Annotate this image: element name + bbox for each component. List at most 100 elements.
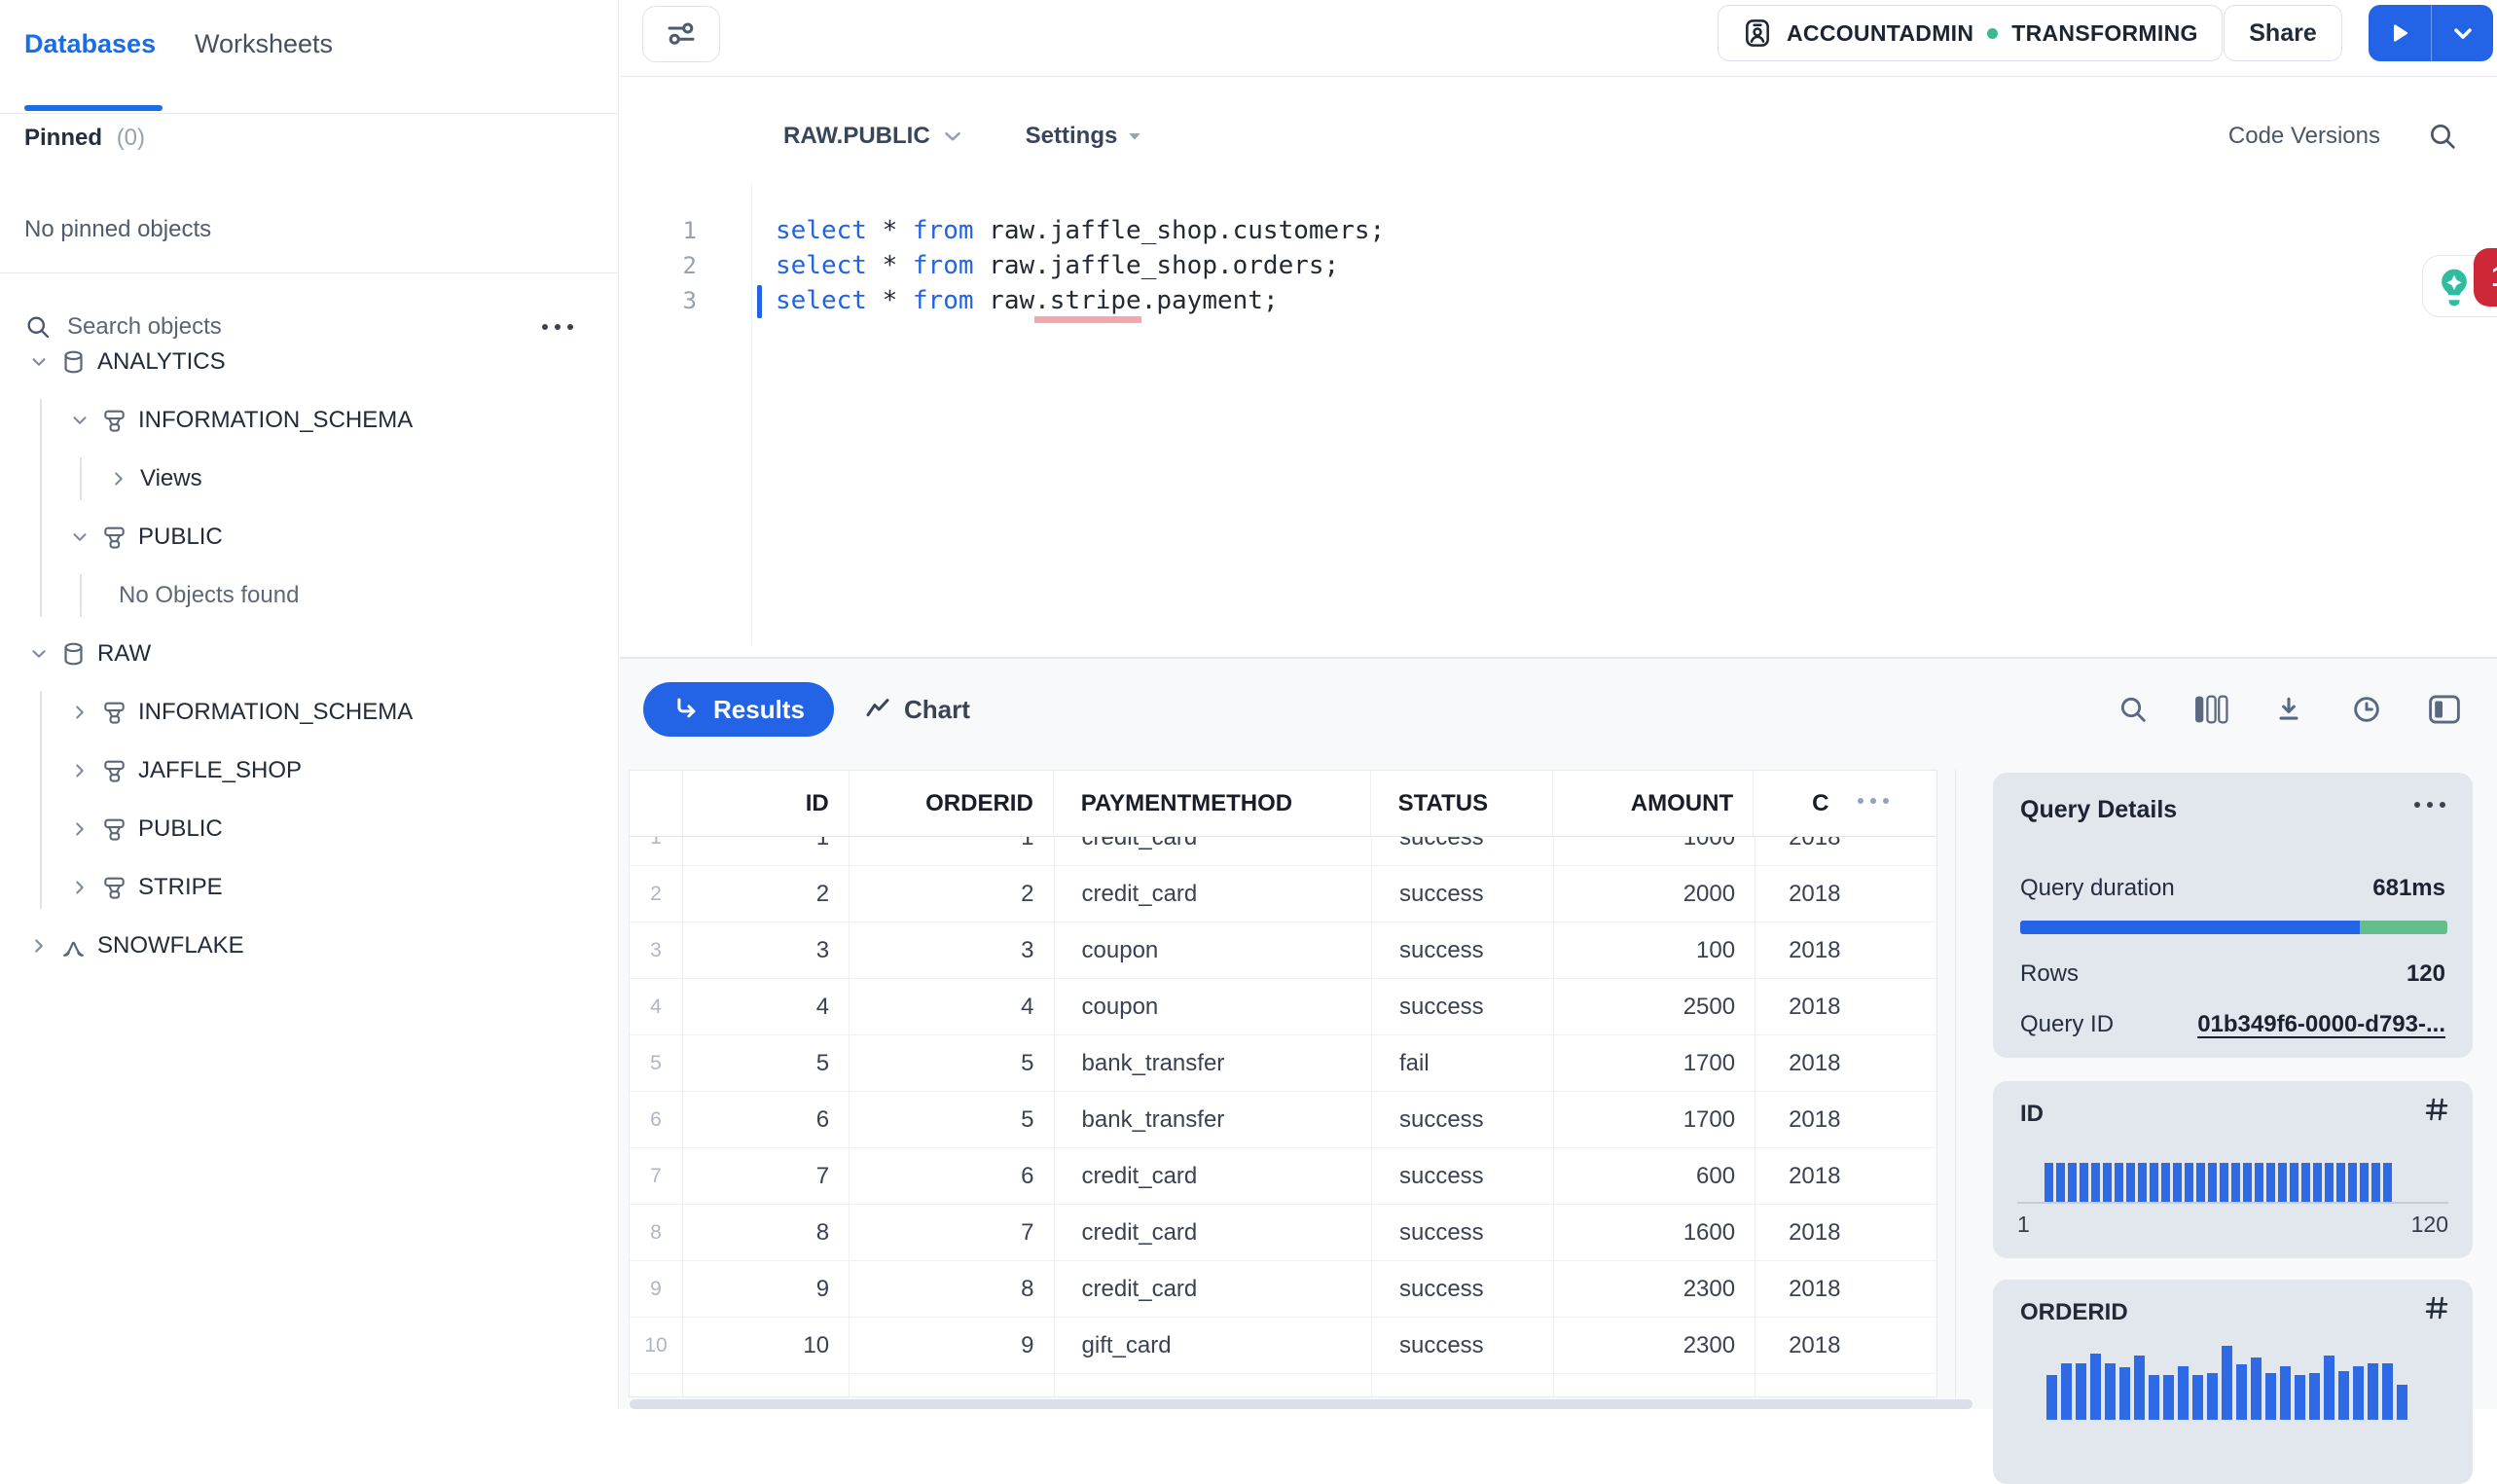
cell: coupon <box>1055 979 1372 1034</box>
cell: 2 <box>850 866 1055 922</box>
settings-dropdown[interactable]: Settings <box>1026 123 1118 150</box>
chevron-right-icon[interactable] <box>68 701 91 724</box>
chart-tab-label: Chart <box>904 694 970 724</box>
play-icon <box>2394 24 2408 42</box>
results-table[interactable]: 1 1 1 credit_card success 1000 2018 2 2 2 credit_c… <box>629 770 1937 1397</box>
query-id-label: Query ID <box>2020 1011 2115 1037</box>
histogram-bar <box>2045 1163 2053 1202</box>
histogram-bar <box>2251 1357 2262 1420</box>
cell: 2018 <box>1789 1218 1841 1246</box>
code-area[interactable]: select * from raw.jaffle_shop.customers;… <box>776 213 1385 323</box>
tree-item-jaffle-shop[interactable]: JAFFLE_SHOP <box>0 742 617 800</box>
cell: 6 <box>683 1092 850 1147</box>
tree-item-stripe[interactable]: STRIPE <box>0 858 617 917</box>
query-id-link[interactable]: 01b349f6-0000-d793-... <box>2197 1011 2445 1038</box>
table-row[interactable]: 4 4 4 coupon success 2500 2018 <box>630 979 1936 1035</box>
cell: 9 <box>850 1318 1055 1373</box>
chevron-right-icon[interactable] <box>107 467 130 490</box>
search-options-menu-icon[interactable] <box>542 324 573 330</box>
cell: 5 <box>850 1035 1055 1091</box>
horizontal-scrollbar[interactable] <box>630 1399 1972 1409</box>
search-icon[interactable] <box>2427 121 2458 152</box>
table-row[interactable]: 7 7 6 credit_card success 600 2018 <box>630 1148 1936 1205</box>
table-row[interactable]: 5 5 5 bank_transfer fail 1700 2018 <box>630 1035 1936 1092</box>
cell: 2300 <box>1554 1261 1756 1317</box>
numeric-column-icon[interactable] <box>2422 1293 2451 1327</box>
pinned-label: Pinned <box>24 125 103 151</box>
column-header-paymentmethod[interactable]: PAYMENTMETHOD <box>1054 771 1371 836</box>
query-details-menu-icon[interactable] <box>2414 802 2445 808</box>
numeric-column-icon[interactable] <box>2422 1095 2451 1129</box>
application-icon <box>58 931 88 960</box>
clock-icon <box>2354 697 2379 722</box>
histogram-bar <box>2382 1363 2393 1420</box>
tree-item-views[interactable]: Views <box>0 450 617 508</box>
tree-item-snowflake[interactable]: SNOWFLAKE <box>0 917 617 975</box>
query-history-button[interactable] <box>2349 692 2384 727</box>
table-row[interactable]: 6 6 5 bank_transfer success 1700 2018 <box>630 1092 1936 1148</box>
tree-item-public[interactable]: PUBLIC <box>0 508 617 566</box>
tab-results[interactable]: Results <box>643 682 834 737</box>
database-context-selector[interactable]: RAW.PUBLIC <box>783 123 930 150</box>
table-row[interactable]: 2 2 2 credit_card success 2000 2018 <box>630 866 1936 923</box>
column-header-id[interactable]: ID <box>683 771 850 836</box>
tab-databases[interactable]: Databases <box>24 29 156 59</box>
table-row[interactable]: 3 3 3 coupon success 100 2018 <box>630 923 1936 979</box>
share-button[interactable]: Share <box>2224 5 2342 61</box>
filters-button[interactable] <box>642 6 720 62</box>
column-header-rownum[interactable] <box>630 771 683 836</box>
run-button[interactable] <box>2369 20 2431 46</box>
column-header-c[interactable]: C <box>1754 771 1936 836</box>
column-menu-icon[interactable] <box>1858 798 1889 804</box>
download-button[interactable] <box>2271 692 2306 727</box>
chevron-right-icon[interactable] <box>27 934 51 958</box>
chevron-right-icon[interactable] <box>68 817 91 841</box>
id-histogram[interactable] <box>2045 1163 2392 1202</box>
tree-item-raw[interactable]: RAW <box>0 625 617 683</box>
code-line[interactable]: select * from raw.stripe.payment; <box>776 283 1385 323</box>
tree-item-information-schema[interactable]: INFORMATION_SCHEMA <box>0 683 617 742</box>
tree-item-public[interactable]: PUBLIC <box>0 800 617 858</box>
id-card-title: ID <box>2020 1101 2044 1127</box>
code-line[interactable]: select * from raw.jaffle_shop.customers; <box>776 213 1385 248</box>
column-header-orderid[interactable]: ORDERID <box>850 771 1054 836</box>
table-row-partial[interactable] <box>630 1374 1936 1396</box>
table-row[interactable]: 8 8 7 credit_card success 1600 2018 <box>630 1205 1936 1261</box>
chevron-down-icon[interactable] <box>27 350 51 374</box>
line-numbers: 1 2 3 <box>638 213 697 318</box>
chevron-right-icon[interactable] <box>68 759 91 782</box>
text-cursor <box>757 285 762 318</box>
cell: 2300 <box>1554 1318 1756 1373</box>
role-label: ACCOUNTADMIN <box>1787 19 1974 46</box>
column-header-status[interactable]: STATUS <box>1371 771 1553 836</box>
suggestions-pill[interactable]: 1 <box>2422 248 2497 317</box>
query-details-title: Query Details <box>2020 796 2178 823</box>
snowsight-worksheet: { "sidebar": { "tabs": [ {"label": "Data… <box>0 0 2497 1484</box>
toggle-panel-button[interactable] <box>2427 692 2462 727</box>
tree-item-information-schema[interactable]: INFORMATION_SCHEMA <box>0 391 617 450</box>
column-header-amount[interactable]: AMOUNT <box>1553 771 1755 836</box>
chevron-down-icon[interactable] <box>68 525 91 549</box>
error-count-badge[interactable]: 1 <box>2474 248 2497 307</box>
sql-editor[interactable]: RAW.PUBLIC Settings Code Versions 1 2 3 se… <box>620 78 2497 658</box>
orderid-card-title: ORDERID <box>2020 1299 2128 1325</box>
search-results-button[interactable] <box>2116 692 2151 727</box>
columns-button[interactable] <box>2193 692 2228 727</box>
table-row[interactable]: 10 10 9 gift_card success 2300 2018 <box>630 1318 1936 1374</box>
chevron-down-icon[interactable] <box>27 642 51 666</box>
code-versions-button[interactable]: Code Versions <box>2228 123 2380 150</box>
tree-item-label: INFORMATION_SCHEMA <box>138 407 414 433</box>
tab-worksheets[interactable]: Worksheets <box>195 29 333 59</box>
cell <box>1055 1374 1372 1396</box>
code-line[interactable]: select * from raw.jaffle_shop.orders; <box>776 248 1385 283</box>
chevron-down-icon[interactable] <box>68 409 91 432</box>
schema-icon <box>99 523 128 552</box>
tab-chart[interactable]: Chart <box>863 682 970 737</box>
chevron-right-icon[interactable] <box>68 876 91 899</box>
role-warehouse-selector[interactable]: ACCOUNTADMIN TRANSFORMING <box>1718 5 2223 61</box>
table-row[interactable]: 9 9 8 credit_card success 2300 2018 <box>630 1261 1936 1318</box>
cell: 9 <box>683 1261 850 1317</box>
histogram-bar <box>2178 1366 2189 1420</box>
run-options-button[interactable] <box>2432 19 2493 47</box>
tree-item-analytics[interactable]: ANALYTICS <box>0 333 617 391</box>
